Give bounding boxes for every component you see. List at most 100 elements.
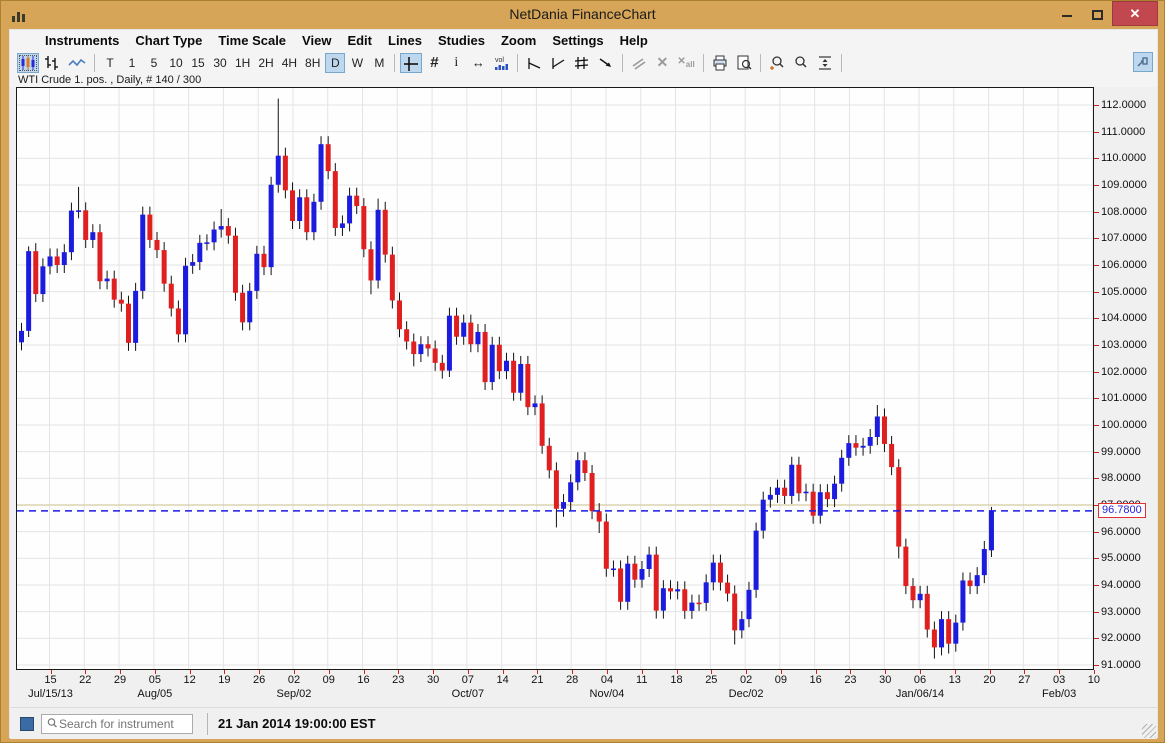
instrument-search-box <box>41 713 193 734</box>
info-icon: i <box>454 54 459 70</box>
status-divider <box>207 712 208 735</box>
delete-line-button[interactable]: ✕ <box>652 53 672 73</box>
timeframe-button-2h[interactable]: 2H <box>255 53 276 73</box>
print-button[interactable] <box>709 53 731 73</box>
week-label: 23 <box>844 674 857 686</box>
toolbar-separator <box>517 53 519 72</box>
timeframe-button-1h[interactable]: 1H <box>232 53 253 73</box>
parallel-lines-icon <box>632 57 646 70</box>
week-label: 16 <box>357 674 370 686</box>
timeframe-button-5[interactable]: 5 <box>144 53 164 73</box>
zoom-out-icon <box>795 55 807 68</box>
volume-icon: vol <box>495 57 509 70</box>
info-button[interactable]: i <box>446 53 466 73</box>
ohlc-bars-icon <box>45 55 58 70</box>
price-axis-tick <box>1094 158 1099 160</box>
resize-grip[interactable] <box>1142 724 1156 738</box>
timeframe-button-4h[interactable]: 4H <box>279 53 300 73</box>
menu-item-time-scale[interactable]: Time Scale <box>210 33 294 48</box>
week-label: 18 <box>670 674 683 686</box>
price-axis-label: 100.0000 <box>1101 419 1147 431</box>
timeframe-button-10[interactable]: 10 <box>166 53 186 73</box>
week-label: 19 <box>218 674 231 686</box>
printer-icon <box>713 55 727 70</box>
week-label: 14 <box>496 674 509 686</box>
week-label: 28 <box>566 674 579 686</box>
minimize-icon <box>1062 15 1072 17</box>
price-axis-label: 112.0000 <box>1101 99 1147 111</box>
zoom-in-button[interactable] <box>766 53 788 73</box>
candlestick-chart-button[interactable] <box>17 52 39 73</box>
search-input[interactable] <box>59 716 177 731</box>
status-bar: 21 Jan 2014 19:00:00 EST <box>10 707 1157 739</box>
menu-item-view[interactable]: View <box>294 33 339 48</box>
timeframe-button-30[interactable]: 30 <box>210 53 230 73</box>
toolbar-separator <box>702 53 704 72</box>
week-label: 05 <box>148 674 161 686</box>
delete-all-lines-button[interactable]: ✕all <box>674 53 697 73</box>
menu-item-instruments[interactable]: Instruments <box>37 33 127 48</box>
price-axis-label: 108.0000 <box>1101 205 1147 218</box>
month-label: Feb/03 <box>1041 688 1077 700</box>
grid-button[interactable]: # <box>424 53 444 73</box>
week-label: 20 <box>983 674 996 686</box>
volume-button[interactable]: vol <box>490 53 512 73</box>
menu-item-settings[interactable]: Settings <box>544 33 611 48</box>
zoom-out-button[interactable] <box>790 53 812 73</box>
week-label: 30 <box>879 674 892 686</box>
price-axis-label: 92.0000 <box>1101 632 1141 645</box>
timeframe-button-t[interactable]: T <box>100 53 120 73</box>
print-preview-button[interactable] <box>733 53 755 73</box>
pin-toolbar-button[interactable] <box>1133 52 1153 72</box>
close-button[interactable]: ✕ <box>1112 1 1158 26</box>
week-label: 22 <box>79 674 92 686</box>
ohlc-bars-chart-button[interactable] <box>41 53 63 73</box>
horizontal-scroll-button[interactable]: ↔ <box>468 53 488 73</box>
timeframe-button-m[interactable]: M <box>369 53 389 73</box>
line-chart-button[interactable] <box>65 53 89 73</box>
line-chart-icon <box>68 58 86 66</box>
maximize-button[interactable] <box>1082 1 1112 25</box>
price-axis-label: 111.0000 <box>1101 125 1146 138</box>
week-label: 27 <box>1018 674 1031 686</box>
timeframe-button-w[interactable]: W <box>347 53 367 73</box>
timeframe-button-8h[interactable]: 8H <box>302 53 323 73</box>
price-axis-tick <box>1094 318 1099 320</box>
candlestick-plot[interactable] <box>16 87 1094 670</box>
parallel-lines-button[interactable] <box>628 53 650 73</box>
timeframe-button-1[interactable]: 1 <box>122 53 142 73</box>
client-area: Instruments Chart Type Time Scale View Edit L… <box>9 29 1158 739</box>
price-axis-tick <box>1094 291 1099 293</box>
chart-canvas <box>17 88 1093 669</box>
week-label: 04 <box>600 674 614 686</box>
timeframe-button-15[interactable]: 15 <box>188 53 208 73</box>
trendline-down-button[interactable] <box>523 53 545 73</box>
menu-item-edit[interactable]: Edit <box>339 33 380 48</box>
svg-text:vol: vol <box>495 57 504 64</box>
trendline-up-button[interactable] <box>547 53 569 73</box>
candlestick-icon <box>21 54 35 71</box>
price-axis-tick <box>1094 185 1099 186</box>
menu-item-zoom[interactable]: Zoom <box>493 33 544 48</box>
price-axis-tick <box>1094 451 1099 453</box>
week-label: 10 <box>1087 674 1101 686</box>
zoom-in-icon <box>769 55 784 70</box>
fit-vertical-button[interactable] <box>814 53 836 73</box>
week-label: 16 <box>809 674 822 686</box>
crosshair-button[interactable] <box>400 52 423 73</box>
week-label: 03 <box>1052 674 1066 686</box>
month-label: Aug/05 <box>137 688 173 700</box>
menu-item-lines[interactable]: Lines <box>380 33 430 48</box>
price-axis-tick <box>1094 531 1099 533</box>
timeframe-button-d[interactable]: D <box>325 52 346 73</box>
price-axis-tick <box>1094 638 1099 640</box>
arrow-line-button[interactable] <box>595 53 617 73</box>
app-window: NetDania FinanceChart ✕ Instruments Chart… <box>0 0 1165 743</box>
week-label: 12 <box>183 674 196 686</box>
menu-item-chart-type[interactable]: Chart Type <box>127 33 210 48</box>
menu-item-help[interactable]: Help <box>612 33 656 48</box>
parallel-channel-button[interactable] <box>571 53 593 73</box>
menu-item-studies[interactable]: Studies <box>430 33 493 48</box>
minimize-button[interactable] <box>1052 1 1082 25</box>
crosshair-icon <box>404 56 419 71</box>
